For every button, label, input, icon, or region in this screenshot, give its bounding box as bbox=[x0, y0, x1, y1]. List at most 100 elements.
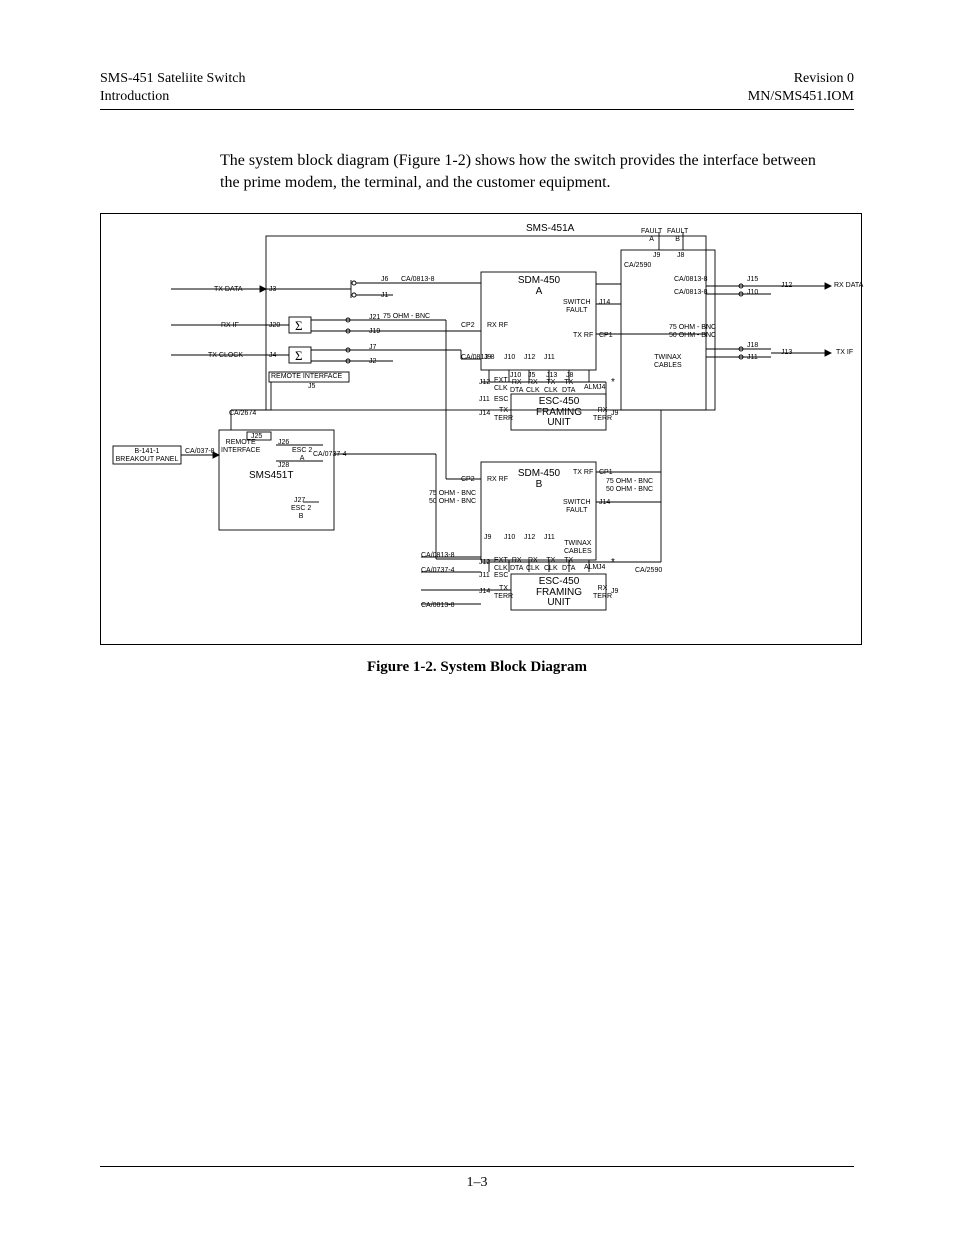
switch-fault-a: SWITCHFAULT bbox=[563, 299, 591, 314]
j12-b: J12 bbox=[524, 534, 535, 541]
j20: J20 bbox=[269, 322, 280, 329]
rxterr-b: RXTERR bbox=[593, 585, 612, 600]
j5-ri: J5 bbox=[308, 383, 315, 390]
ohm-bnc-a: 75 OHM - BNC bbox=[383, 314, 430, 320]
j18: J18 bbox=[747, 342, 758, 349]
j11-r: J11 bbox=[747, 354, 758, 361]
txrf-b: TX RF bbox=[573, 469, 593, 476]
j13-r: J13 bbox=[781, 349, 792, 356]
rxclk-a: RXCLK bbox=[526, 379, 540, 394]
header-section: Introduction bbox=[100, 88, 245, 106]
switch-fault-b: SWITCHFAULT bbox=[563, 499, 591, 514]
ohm-dual-a: 75 OHM - BNC50 OHM - BNC bbox=[669, 324, 716, 339]
esc2b: ESC 2B bbox=[291, 505, 311, 520]
system-block-diagram: Σ Σ SMS-451A FAULTA FAULTB J9 J8 CA/2590… bbox=[100, 213, 862, 645]
txdta-a: TXDTA bbox=[562, 379, 575, 394]
j12-r: J12 bbox=[781, 282, 792, 289]
rxif-label: RX IF bbox=[221, 322, 239, 329]
framing-a-label: ESC-450FRAMINGUNIT bbox=[519, 397, 599, 429]
page-number: 1–3 bbox=[0, 1175, 954, 1191]
svg-text:Σ: Σ bbox=[295, 348, 303, 363]
j9-b: J9 bbox=[484, 534, 491, 541]
j21: J21 bbox=[369, 314, 380, 321]
rxterr-a: RXTERR bbox=[593, 407, 612, 422]
j14-a: J14 bbox=[599, 299, 610, 306]
j9-esc-b: J9 bbox=[611, 588, 618, 595]
esc2a: ESC 2A bbox=[292, 447, 312, 462]
j4-fr-b: J4 bbox=[598, 564, 605, 571]
ca0813-b1: CA/0813-8 bbox=[421, 552, 454, 559]
diagram-title: SMS-451A bbox=[526, 224, 574, 235]
ca0813-a1: CA/0813-8 bbox=[401, 276, 434, 283]
alm-a: ALM bbox=[584, 384, 598, 391]
j27: J27 bbox=[294, 497, 305, 504]
body-paragraph: The system block diagram (Figure 1-2) sh… bbox=[220, 150, 820, 193]
j14-esc-b: J14 bbox=[479, 588, 490, 595]
txdata-label: TX DATA bbox=[214, 286, 243, 293]
ca2590-a: CA/2590 bbox=[624, 262, 651, 269]
rxdata-label: RX DATA bbox=[834, 282, 863, 289]
j9-top: J9 bbox=[653, 252, 660, 259]
star-b: * bbox=[611, 558, 615, 569]
fault-a-label: FAULTA bbox=[641, 228, 662, 243]
ca2590-b: CA/2590 bbox=[635, 567, 662, 574]
txclk-b: TXCLK bbox=[544, 557, 558, 572]
txclock-label: TX CLOCK bbox=[208, 352, 243, 359]
rxrf-b: RX RF bbox=[487, 476, 508, 483]
txterr-a: TXTERR bbox=[494, 407, 513, 422]
extclk-a: EXTCLK bbox=[494, 377, 508, 392]
ca0813-r2: CA/0813-8 bbox=[674, 289, 707, 296]
header-docnum: MN/SMS451.IOM bbox=[748, 88, 854, 106]
txrf-a: TX RF bbox=[573, 332, 593, 339]
cp1-a: CP1 bbox=[599, 332, 613, 339]
j12-fr-a: J12 bbox=[479, 379, 490, 386]
txterr-b: TXTERR bbox=[494, 585, 513, 600]
ca037-8: CA/037-8 bbox=[185, 448, 215, 455]
ohm-dual-c: 75 OHM - BNC50 OHM - BNC bbox=[429, 490, 476, 505]
ca0737-b: CA/0737-4 bbox=[421, 567, 454, 574]
breakout-label: B-141-1BREAKOUT PANEL bbox=[115, 448, 179, 463]
j9-esc-a: J9 bbox=[611, 410, 618, 417]
modem-b-label: SDM-450B bbox=[509, 469, 569, 490]
j19: J19 bbox=[369, 328, 380, 335]
j8-top: J8 bbox=[677, 252, 684, 259]
rxdta-b: RXDTA bbox=[510, 557, 523, 572]
cp2-a: CP2 bbox=[461, 322, 475, 329]
txdta-b: TXDTA bbox=[562, 557, 575, 572]
framing-b-label: ESC-450FRAMINGUNIT bbox=[519, 577, 599, 609]
j11-b: J11 bbox=[544, 534, 555, 541]
footer-rule bbox=[100, 1166, 854, 1167]
j1: J1 bbox=[381, 292, 388, 299]
j26: J26 bbox=[278, 439, 289, 446]
txclk-a: TXCLK bbox=[544, 379, 558, 394]
j12-a: J12 bbox=[524, 354, 535, 361]
cp2-b: CP2 bbox=[461, 476, 475, 483]
svg-text:Σ: Σ bbox=[295, 318, 303, 333]
twinax-a: TWINAXCABLES bbox=[654, 354, 682, 369]
page-header: SMS-451 Sateliite Switch Introduction Re… bbox=[100, 70, 854, 105]
header-rule bbox=[100, 109, 854, 110]
j10-a: J10 bbox=[504, 354, 515, 361]
j3: J3 bbox=[269, 286, 276, 293]
sms451t-label: SMS451T bbox=[249, 471, 293, 482]
figure-caption: Figure 1-2. System Block Diagram bbox=[100, 659, 854, 676]
j2: J2 bbox=[369, 358, 376, 365]
remote-if-a: REMOTE INTERFACE bbox=[271, 373, 342, 380]
j14-esc-a: J14 bbox=[479, 410, 490, 417]
j9-a: J9 bbox=[484, 354, 491, 361]
star-a: * bbox=[611, 378, 615, 389]
rxclk-b: RXCLK bbox=[526, 557, 540, 572]
j4-left: J4 bbox=[269, 352, 276, 359]
j11-esc-a: J11 bbox=[479, 396, 490, 403]
header-product: SMS-451 Sateliite Switch bbox=[100, 70, 245, 88]
fault-b-label: FAULTB bbox=[667, 228, 688, 243]
header-revision: Revision 0 bbox=[748, 70, 854, 88]
j7: J7 bbox=[369, 344, 376, 351]
rxrf-a: RX RF bbox=[487, 322, 508, 329]
esc-b: ESC bbox=[494, 572, 508, 579]
txif-label: TX IF bbox=[836, 349, 853, 356]
j4-fr-a: J4 bbox=[598, 384, 605, 391]
esc-a: ESC bbox=[494, 396, 508, 403]
rxdta-a: RXDTA bbox=[510, 379, 523, 394]
alm-b: ALM bbox=[584, 564, 598, 571]
